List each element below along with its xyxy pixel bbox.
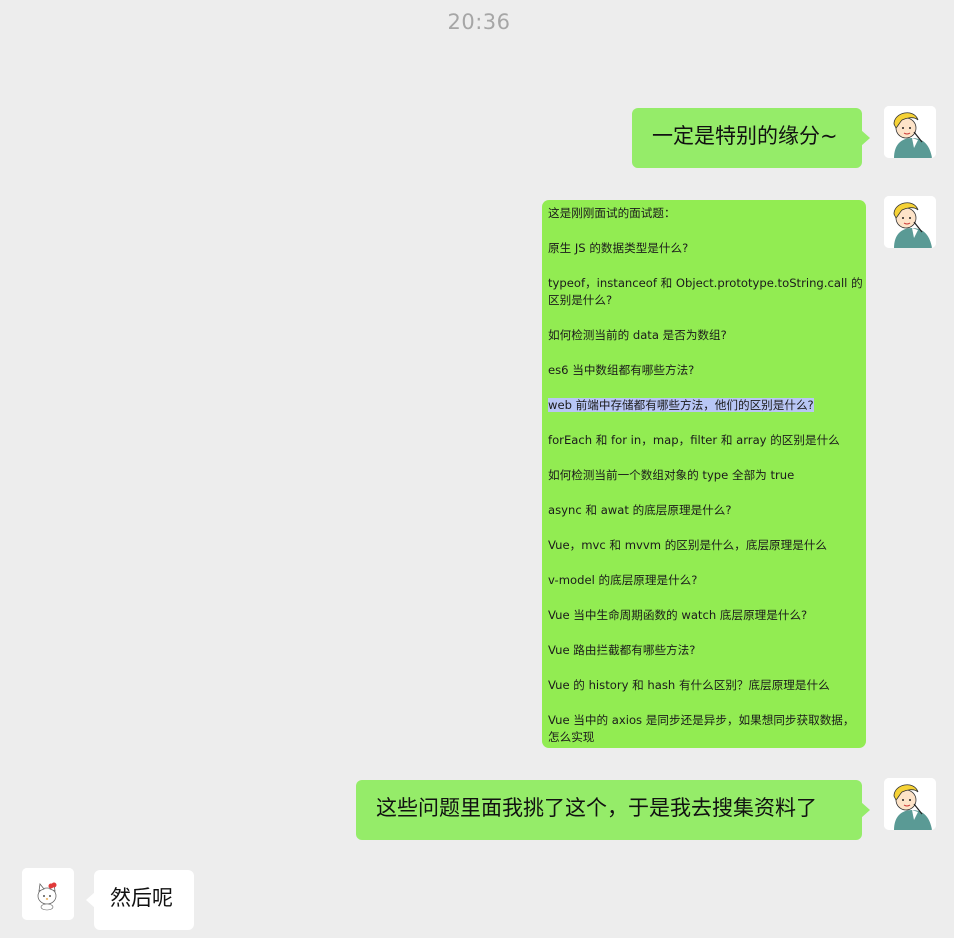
question-line: Vue 路由拦截都有哪些方法?	[548, 643, 696, 657]
my-avatar[interactable]	[884, 196, 936, 248]
message-text: 这些问题里面我挑了这个，于是我去搜集资料了	[376, 796, 817, 820]
contact-avatar[interactable]	[22, 868, 74, 920]
question-line: typeof，instanceof 和 Object.prototype.toS…	[548, 276, 863, 307]
question-line: 这是刚刚面试的面试题：	[548, 206, 676, 220]
cartoon-person-avatar-icon	[884, 106, 936, 158]
message-text: 然后呢	[110, 886, 173, 910]
question-line-highlighted: web 前端中存储都有哪些方法，他们的区别是什么?	[548, 397, 814, 414]
cartoon-cat-avatar-icon	[22, 868, 74, 920]
question-line: 如何检测当前一个数组对象的 type 全部为 true	[548, 468, 795, 482]
question-line: es6 当中数组都有哪些方法?	[548, 363, 695, 377]
question-line: 原生 JS 的数据类型是什么?	[548, 241, 689, 255]
chat-timestamp: 20:36	[447, 10, 511, 34]
my-avatar[interactable]	[884, 778, 936, 830]
cartoon-person-avatar-icon	[884, 778, 936, 830]
sent-message-bubble[interactable]: 这些问题里面我挑了这个，于是我去搜集资料了	[356, 780, 870, 840]
question-line: 如何检测当前的 data 是否为数组?	[548, 328, 727, 342]
question-line: async 和 awat 的底层原理是什么?	[548, 503, 732, 517]
question-line: Vue，mvc 和 mvvm 的区别是什么，底层原理是什么	[548, 538, 828, 552]
question-line: Vue 当中的 axios 是同步还是异步，如果想同步获取数据，怎么实现	[548, 713, 855, 744]
question-line: v-model 的底层原理是什么?	[548, 573, 698, 587]
question-line: Vue 的 history 和 hash 有什么区别？底层原理是什么	[548, 678, 830, 692]
message-text: 一定是特别的缘分~	[652, 124, 838, 148]
selection-highlight: web 前端中存储都有哪些方法，他们的区别是什么?	[548, 398, 814, 412]
image-message[interactable]: 这是刚刚面试的面试题： 原生 JS 的数据类型是什么? typeof，insta…	[542, 200, 866, 748]
my-avatar[interactable]	[884, 106, 936, 158]
question-line: Vue 当中生命周期函数的 watch 底层原理是什么?	[548, 608, 808, 622]
cartoon-person-avatar-icon	[884, 196, 936, 248]
received-message-bubble[interactable]: 然后呢	[86, 870, 194, 930]
sent-message-bubble[interactable]: 一定是特别的缘分~	[632, 108, 870, 168]
question-line: forEach 和 for in，map，filter 和 array 的区别是…	[548, 433, 840, 447]
